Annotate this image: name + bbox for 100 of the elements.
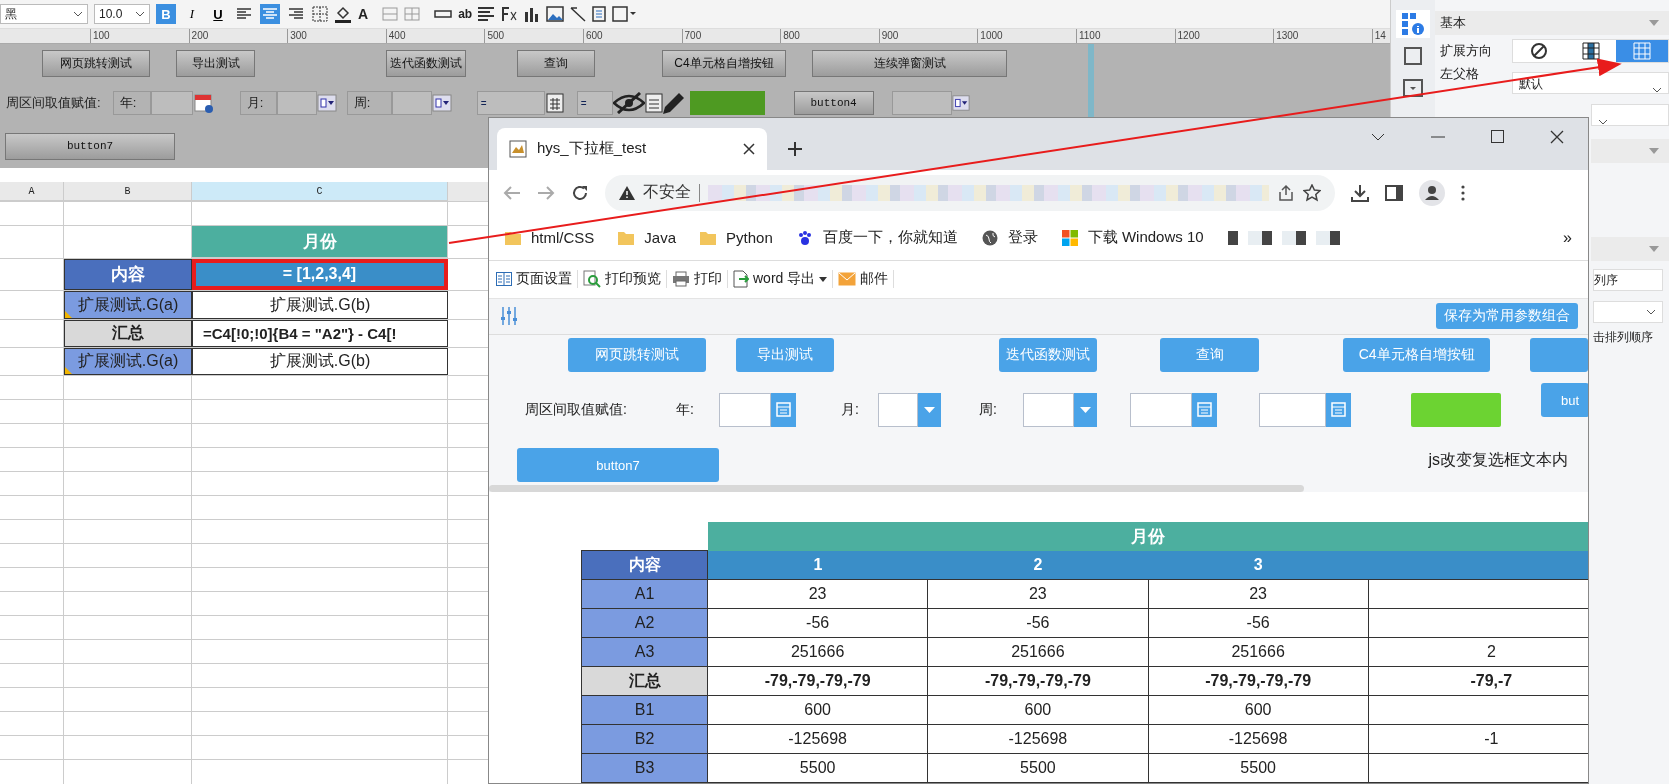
column-header[interactable]: B <box>64 182 192 201</box>
side-panel-icon[interactable] <box>1385 184 1403 201</box>
sort-field[interactable]: 列序 <box>1593 269 1663 291</box>
sheet-cell: 扩展测试.G(b) <box>192 348 448 375</box>
magnifier-icon <box>583 270 601 289</box>
calendar-icon[interactable] <box>644 91 663 115</box>
collapse-icon <box>1649 20 1659 26</box>
merge-cells-icon[interactable] <box>382 7 399 21</box>
ruler-label: 100 <box>90 29 189 43</box>
form-button[interactable]: 网页跳转测试 <box>42 49 150 77</box>
dropdown-box-icon <box>1403 79 1423 97</box>
bookmark[interactable]: 下载 Windows 10 <box>1061 228 1204 248</box>
address-bar[interactable]: 不安全 <box>605 174 1335 211</box>
collapse-icon <box>1649 148 1659 154</box>
scrollbar[interactable] <box>489 485 1304 492</box>
week-field[interactable] <box>391 91 432 115</box>
table-cell: -79,-79,-79,-79 <box>707 666 928 696</box>
form-button[interactable]: 导出测试 <box>176 49 255 77</box>
square-icon <box>1403 46 1423 66</box>
ruler-label: 500 <box>484 29 583 43</box>
bookmark[interactable]: Python <box>700 229 773 247</box>
underline-button[interactable]: U <box>208 4 228 24</box>
form-button[interactable]: 迭代函数测试 <box>386 49 466 77</box>
year-field[interactable] <box>150 91 193 115</box>
sliders-icon[interactable] <box>499 306 519 327</box>
column-header[interactable]: A <box>0 182 64 201</box>
align-button[interactable] <box>260 4 280 24</box>
parent-select[interactable]: 默认 <box>1512 72 1669 94</box>
document-icon[interactable] <box>592 6 607 22</box>
border-icon[interactable] <box>312 6 328 22</box>
frame-icon[interactable] <box>612 6 637 22</box>
windows-logo-icon <box>1061 229 1078 246</box>
minimize-icon[interactable] <box>1431 135 1445 138</box>
date-field[interactable] <box>1130 393 1192 427</box>
image-icon[interactable] <box>546 6 565 22</box>
date-field[interactable]: = <box>476 91 545 115</box>
italic-button[interactable]: I <box>182 4 202 24</box>
export-icon <box>733 270 749 289</box>
section-header[interactable]: 基本 <box>1435 11 1669 35</box>
reload-icon[interactable] <box>571 183 589 202</box>
date-field[interactable]: = <box>576 91 613 115</box>
bookmark[interactable]: 百度一下，你就知道 <box>796 228 958 248</box>
download-icon[interactable] <box>1351 183 1369 202</box>
form-button[interactable]: C4单元格自增按钮 <box>662 49 786 77</box>
month-field[interactable] <box>276 91 317 115</box>
close-icon[interactable] <box>1550 129 1564 144</box>
plus-icon[interactable] <box>787 140 803 157</box>
form-button[interactable]: button7 <box>5 132 175 160</box>
report-toolbar-button[interactable]: 打印 <box>667 270 728 289</box>
no-symbol-icon <box>1529 42 1548 60</box>
form-button[interactable]: 查询 <box>517 49 595 77</box>
font-color-button[interactable]: A <box>358 6 369 22</box>
form-button[interactable]: button4 <box>793 91 874 115</box>
text-field-icon[interactable] <box>434 9 453 19</box>
paragraph-icon[interactable] <box>478 7 495 21</box>
more-bookmarks-button[interactable]: » <box>1563 228 1572 247</box>
column-header[interactable]: C <box>192 182 448 201</box>
split-cells-icon[interactable] <box>404 7 421 21</box>
star-icon[interactable] <box>1303 183 1321 202</box>
font-size-select[interactable]: 10.0 <box>94 4 150 24</box>
bookmark[interactable]: 登录 <box>981 228 1038 248</box>
year-field[interactable] <box>719 393 771 427</box>
ruler-label: 1100 <box>1075 29 1175 43</box>
form-button[interactable]: 连续弹窗测试 <box>812 49 1007 77</box>
calendar-icon[interactable] <box>544 91 565 115</box>
report-toolbar-button[interactable]: word 导出 <box>728 270 834 289</box>
formula-icon[interactable] <box>500 6 519 22</box>
fill-color-icon[interactable] <box>334 5 352 23</box>
date-field[interactable] <box>1259 393 1326 427</box>
bar-chart-icon[interactable] <box>524 6 541 22</box>
table-cell: -56 <box>927 608 1148 638</box>
share-icon[interactable] <box>1277 183 1295 202</box>
text-tool-button[interactable]: ab <box>458 7 473 21</box>
dropdown-icon[interactable] <box>316 91 337 115</box>
sort-note: 击排列顺序 <box>1593 329 1654 346</box>
select-field[interactable] <box>891 91 952 115</box>
slash-icon[interactable] <box>570 6 587 22</box>
report-toolbar-button[interactable]: 邮件 <box>833 270 895 289</box>
paw-icon <box>796 229 813 246</box>
table-cell: 251666 <box>707 637 928 667</box>
chevron-icon <box>1652 87 1662 93</box>
dropdown-icon[interactable] <box>431 91 452 115</box>
table-cell: -79,-79,-79,-79 <box>1148 666 1369 696</box>
bookmark[interactable]: html/CSS <box>505 229 595 247</box>
table-cell: 600 <box>707 695 928 725</box>
font-select[interactable]: 黑 <box>0 4 88 24</box>
report-toolbar-button[interactable]: 打印预览 <box>578 270 667 289</box>
menu-icon[interactable] <box>1461 184 1465 201</box>
close-icon[interactable] <box>743 142 755 155</box>
maximize-icon[interactable] <box>1491 130 1504 144</box>
checkbox-text-label: js改变复选框文本内 <box>1428 449 1568 470</box>
table-title: 月份 <box>707 522 1588 551</box>
panel-tab[interactable] <box>1396 10 1430 38</box>
browser-tab[interactable]: hys_下拉框_test <box>497 127 767 170</box>
chevron-down-icon[interactable] <box>1371 132 1385 141</box>
avatar-icon[interactable] <box>1419 179 1445 206</box>
calendar-icon[interactable] <box>192 91 215 115</box>
table-cell: 23 <box>1148 579 1369 609</box>
bookmark[interactable]: Java <box>618 229 677 247</box>
report-toolbar-button[interactable]: 页面设置 <box>491 270 578 289</box>
